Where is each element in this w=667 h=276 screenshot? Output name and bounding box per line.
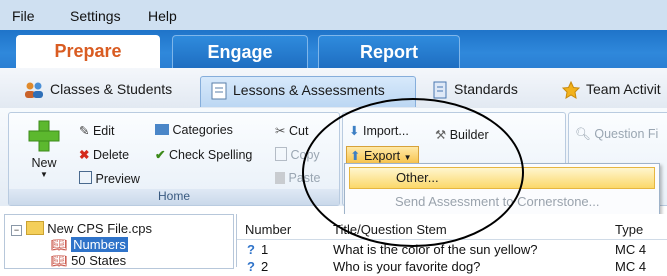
row-type: MC 4 [615, 242, 647, 257]
tree-root-label: New CPS File.cps [47, 221, 152, 236]
cut-label: Cut [288, 124, 309, 138]
tab-engage[interactable]: Engage [172, 35, 308, 69]
categories-label: Categories [172, 123, 233, 137]
table-row[interactable]: ? 1 What is the color of the sun yellow?… [237, 242, 667, 259]
dropdown-arrow-icon: ▼ [40, 170, 48, 179]
standards-icon [433, 81, 447, 99]
star-icon [562, 81, 580, 100]
people-icon [25, 82, 43, 99]
tree-item-label: 50 States [71, 253, 127, 268]
folder-icon [25, 221, 44, 235]
preview-button[interactable]: Preview [79, 171, 140, 186]
preview-label: Preview [95, 172, 140, 186]
question-find-label: Question Fi [594, 127, 659, 141]
categories-button[interactable]: Categories [155, 123, 233, 137]
tab-team-activities[interactable]: Team Activit [562, 76, 661, 106]
question-find-button[interactable]: 🔍︎ Question Fi [575, 127, 658, 142]
book-icon: 📖︎ [51, 237, 68, 252]
tab-prepare[interactable]: Prepare [16, 35, 160, 68]
paste-icon [275, 172, 285, 184]
sub-tab-bar: Classes & Students Lessons & Assessments… [0, 68, 667, 109]
tree-item-numbers[interactable]: 📖︎ Numbers [51, 237, 128, 253]
copy-icon [275, 147, 287, 161]
tree-item-label: Numbers [71, 237, 128, 252]
search-icon: 🔍︎ [575, 127, 591, 141]
plus-icon [28, 120, 60, 152]
home-group-label: Home [9, 189, 339, 205]
new-button[interactable]: New ▼ [23, 119, 65, 179]
spellcheck-icon: ✔ [155, 148, 166, 162]
tab-label: Team Activit [586, 81, 661, 97]
check-spelling-button[interactable]: ✔ Check Spelling [155, 147, 252, 162]
cut-button[interactable]: ✂ Cut [275, 123, 308, 138]
delete-icon: ✖ [79, 148, 90, 162]
table-row[interactable]: ? 2 Who is your favorite dog? MC 4 [237, 259, 667, 276]
new-label: New [31, 156, 57, 170]
pencil-icon: ✎ [79, 124, 90, 138]
tab-classes-students[interactable]: Classes & Students [24, 76, 172, 106]
column-header-number[interactable]: Number [245, 222, 291, 237]
collapse-icon: − [11, 225, 22, 236]
tree-root[interactable]: − New CPS File.cps [11, 221, 152, 236]
menu-bar: File Settings Help [0, 0, 667, 30]
tab-label: Lessons & Assessments [233, 82, 385, 98]
book-icon: 📖︎ [51, 253, 68, 268]
tab-report[interactable]: Report [318, 35, 460, 69]
mode-tab-bar: Prepare Engage Report [0, 30, 667, 69]
delete-label: Delete [92, 148, 130, 162]
annotation-ellipse [302, 98, 524, 247]
menu-settings[interactable]: Settings [70, 8, 121, 24]
menu-help[interactable]: Help [148, 8, 177, 24]
preview-icon [79, 171, 92, 184]
row-number: 1 [261, 242, 269, 257]
menu-file[interactable]: File [12, 8, 35, 24]
scissors-icon: ✂ [275, 124, 286, 138]
delete-button[interactable]: ✖ Delete [79, 147, 129, 162]
check-spelling-label: Check Spelling [168, 148, 253, 162]
edit-label: Edit [92, 124, 115, 138]
document-icon [211, 82, 227, 100]
tab-label: Standards [454, 81, 518, 97]
categories-icon [155, 124, 169, 135]
question-icon: ? [247, 242, 255, 257]
home-group: New ▼ ✎ Edit ✖ Delete Preview Categories… [8, 112, 340, 206]
column-header-type[interactable]: Type [615, 222, 643, 237]
tab-label: Classes & Students [50, 81, 173, 97]
file-tree: − New CPS File.cps 📖︎ Numbers 📖︎ 50 Stat… [4, 214, 234, 269]
edit-button[interactable]: ✎ Edit [79, 123, 115, 138]
